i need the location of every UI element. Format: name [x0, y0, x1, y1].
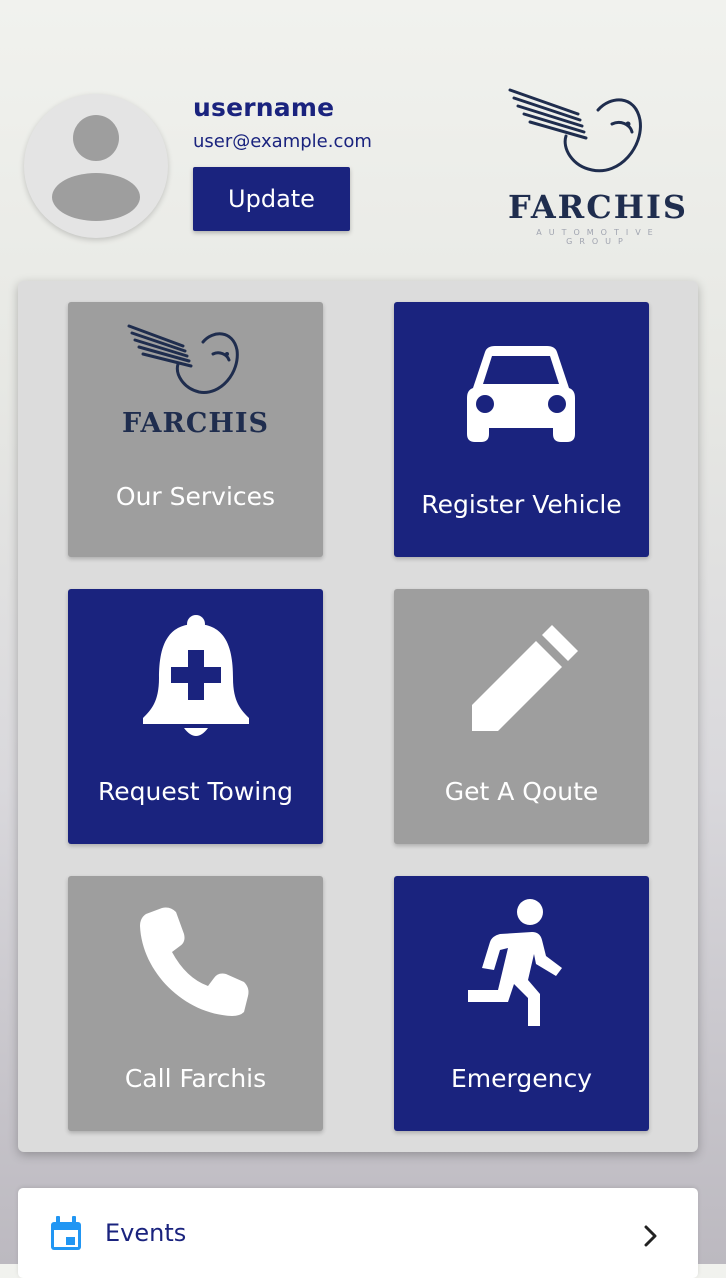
- avatar[interactable]: [24, 94, 168, 238]
- update-button[interactable]: Update: [193, 167, 350, 231]
- tile-brand-name: FARCHIS: [121, 408, 270, 439]
- tile-request-towing[interactable]: Request Towing: [68, 589, 323, 844]
- tile-label: Our Services: [115, 482, 276, 511]
- tile-get-a-quote[interactable]: Get A Qoute: [394, 589, 649, 844]
- phone-icon: [140, 907, 249, 1016]
- services-panel: FARCHIS Our Services Register Vehicle Re…: [18, 281, 698, 1152]
- tile-label: Request Towing: [98, 777, 293, 806]
- running-person-icon: [468, 899, 562, 1026]
- person-placeholder-icon: [52, 115, 140, 221]
- car-icon: [467, 346, 575, 442]
- farchis-logo-icon: [127, 324, 239, 394]
- bell-plus-icon: [143, 615, 249, 736]
- tile-call-farchis[interactable]: Call Farchis: [68, 876, 323, 1131]
- tile-label: Register Vehicle: [421, 490, 622, 519]
- events-label: Events: [105, 1219, 187, 1247]
- chevron-right-icon: [644, 1225, 657, 1247]
- events-list-item[interactable]: Events: [18, 1188, 698, 1278]
- tile-register-vehicle[interactable]: Register Vehicle: [394, 302, 649, 557]
- tile-label: Emergency: [450, 1064, 592, 1093]
- profile-header: username user@example.com Update FARCHIS…: [0, 0, 726, 270]
- brand-tagline: AUTOMOTIVE GROUP: [536, 228, 660, 246]
- eagle-logo-icon: [508, 88, 642, 173]
- tile-label: Get A Qoute: [444, 777, 599, 806]
- tile-label: Call Farchis: [124, 1064, 267, 1093]
- tile-our-services[interactable]: FARCHIS Our Services: [68, 302, 323, 557]
- calendar-icon: [51, 1216, 81, 1250]
- farchis-brand-logo: FARCHIS AUTOMOTIVE GROUP: [500, 84, 696, 246]
- brand-name: FARCHIS: [507, 188, 689, 226]
- pencil-icon: [472, 625, 578, 731]
- tile-emergency[interactable]: Emergency: [394, 876, 649, 1131]
- user-email: user@example.com: [193, 131, 372, 152]
- username: username: [193, 93, 335, 122]
